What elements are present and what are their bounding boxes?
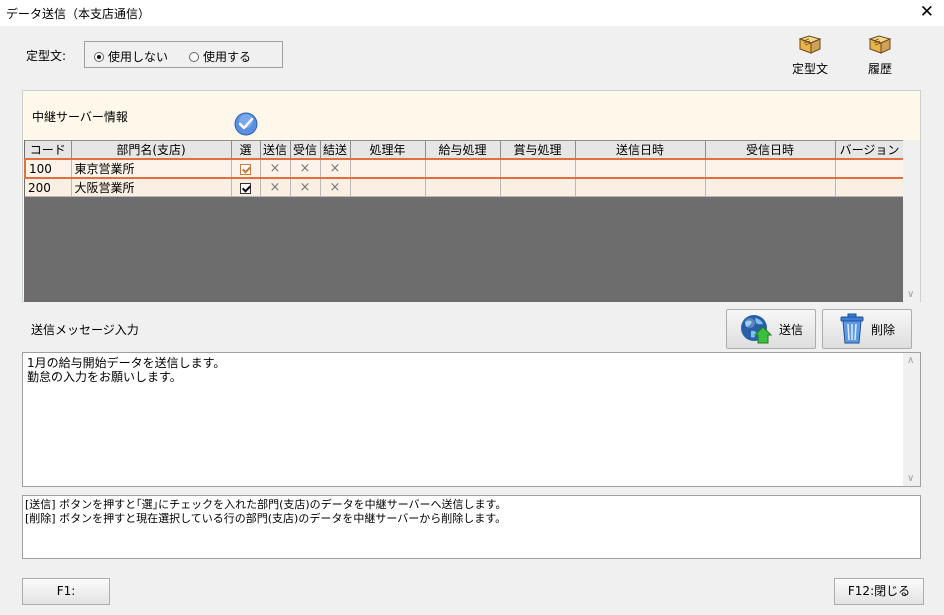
template-radio-group: 使用しない 使用する bbox=[84, 41, 283, 68]
info-text: [送信] ボタンを押すと｢選｣にチェックを入れた部門(支店)のデータを中継サーバ… bbox=[25, 498, 506, 526]
col-receive[interactable]: 受信 bbox=[290, 140, 321, 160]
send-button[interactable]: 送信 bbox=[726, 309, 816, 349]
f12-close-button[interactable]: F12:閉じる bbox=[834, 578, 924, 605]
cell-version bbox=[835, 178, 905, 197]
globe-send-icon bbox=[740, 315, 773, 344]
scroll-down-icon[interactable]: ∨ bbox=[907, 473, 914, 484]
cell-recv-datetime bbox=[705, 158, 836, 179]
trash-icon bbox=[840, 313, 864, 344]
col-dept-name[interactable]: 部門名(支店) bbox=[71, 140, 232, 160]
col-salary-process[interactable]: 給与処理 bbox=[425, 140, 501, 160]
relay-table: コード 部門名(支店) 選 送信 受信 結送 処理年 給与処理 賞与処理 送信日… bbox=[24, 140, 905, 197]
f1-button[interactable]: F1: bbox=[22, 578, 110, 605]
radio-no-template[interactable]: 使用しない bbox=[94, 48, 168, 65]
delete-button[interactable]: 削除 bbox=[822, 309, 912, 349]
col-select[interactable]: 選 bbox=[231, 140, 261, 160]
cell-receive: × bbox=[290, 158, 321, 179]
cell-salary-process bbox=[425, 158, 501, 179]
relay-grid: コード 部門名(支店) 選 送信 受信 結送 処理年 給与処理 賞与処理 送信日… bbox=[24, 140, 905, 302]
message-title: 送信メッセージ入力 bbox=[31, 323, 139, 337]
relay-server-panel: 中継サーバー情報 コード 部門名(支店) 選 送信 受信 結送 処理年 給与処理 bbox=[22, 90, 921, 302]
table-row[interactable]: 200 大阪営業所 × × × bbox=[25, 178, 905, 197]
cell-dept-name: 東京営業所 bbox=[71, 158, 232, 179]
col-code[interactable]: コード bbox=[25, 140, 72, 160]
close-icon[interactable]: ✕ bbox=[920, 3, 934, 21]
info-box: [送信] ボタンを押すと｢選｣にチェックを入れた部門(支店)のデータを中継サーバ… bbox=[22, 495, 921, 559]
scroll-down-icon[interactable]: ∨ bbox=[907, 289, 914, 300]
checkbox[interactable] bbox=[240, 163, 251, 175]
cell-select[interactable] bbox=[231, 158, 261, 179]
radio-dot-icon bbox=[94, 51, 104, 62]
col-send[interactable]: 送信 bbox=[260, 140, 291, 160]
message-textarea[interactable]: 1月の給与開始データを送信します。 勤怠の入力をお願いします。 ∧ ∨ bbox=[22, 352, 921, 487]
cell-sent-datetime bbox=[575, 158, 706, 179]
history-button-label: 履歴 bbox=[867, 62, 892, 76]
message-line: 1月の給与開始データを送信します。 bbox=[27, 356, 226, 370]
col-sent-datetime[interactable]: 送信日時 bbox=[575, 140, 706, 160]
cell-salary-process bbox=[425, 178, 501, 197]
col-kesso[interactable]: 結送 bbox=[320, 140, 351, 160]
book-icon bbox=[798, 35, 822, 54]
cell-send: × bbox=[260, 178, 291, 197]
info-line: [送信] ボタンを押すと｢選｣にチェックを入れた部門(支店)のデータを中継サーバ… bbox=[25, 498, 507, 511]
cell-send: × bbox=[260, 158, 291, 179]
table-header-row: コード 部門名(支店) 選 送信 受信 結送 処理年 給与処理 賞与処理 送信日… bbox=[25, 140, 905, 160]
cell-receive: × bbox=[290, 178, 321, 197]
table-row[interactable]: 100 東京営業所 × × × bbox=[24, 158, 905, 179]
col-recv-datetime[interactable]: 受信日時 bbox=[705, 140, 836, 160]
delete-button-label: 削除 bbox=[870, 322, 895, 337]
radio-dot-icon bbox=[189, 51, 199, 62]
history-button[interactable]: 履歴 bbox=[852, 34, 908, 80]
cell-version bbox=[835, 158, 905, 179]
title-bar: データ送信（本支店通信） ✕ bbox=[0, 0, 944, 26]
info-line: [削除] ボタンを押すと現在選択している行の部門(支店)のデータを中継サーバーか… bbox=[25, 512, 507, 525]
cell-process-year bbox=[350, 158, 426, 179]
checkbox[interactable] bbox=[240, 182, 251, 194]
col-version[interactable]: バージョン bbox=[835, 140, 905, 160]
relay-server-title: 中継サーバー情報 bbox=[32, 110, 128, 124]
radio-no-template-label: 使用しない bbox=[108, 50, 169, 64]
message-vertical-scrollbar[interactable]: ∧ ∨ bbox=[903, 353, 920, 486]
cell-kesso: × bbox=[320, 178, 351, 197]
cell-bonus-process bbox=[500, 178, 576, 197]
cell-kesso: × bbox=[320, 158, 351, 179]
col-process-year[interactable]: 処理年 bbox=[350, 140, 426, 160]
template-button-label: 定型文 bbox=[791, 62, 828, 76]
radio-use-template[interactable]: 使用する bbox=[189, 48, 251, 65]
template-label: 定型文: bbox=[26, 49, 67, 63]
check-all-icon[interactable] bbox=[234, 112, 258, 136]
cell-bonus-process bbox=[500, 158, 576, 179]
cell-code: 100 bbox=[24, 158, 72, 179]
cell-code: 200 bbox=[25, 178, 72, 197]
cell-sent-datetime bbox=[575, 178, 706, 197]
message-line: 勤怠の入力をお願いします。 bbox=[27, 370, 182, 384]
send-button-label: 送信 bbox=[778, 322, 803, 337]
relay-vertical-scrollbar[interactable]: ∨ bbox=[903, 140, 920, 302]
cell-recv-datetime bbox=[705, 178, 836, 197]
window-title: データ送信（本支店通信） bbox=[6, 7, 151, 21]
cell-process-year bbox=[350, 178, 426, 197]
cell-dept-name: 大阪営業所 bbox=[71, 178, 232, 197]
scroll-up-icon[interactable]: ∧ bbox=[907, 355, 914, 366]
book-icon bbox=[868, 35, 892, 54]
col-bonus-process[interactable]: 賞与処理 bbox=[500, 140, 576, 160]
message-text: 1月の給与開始データを送信します。 勤怠の入力をお願いします。 bbox=[27, 356, 225, 384]
template-button[interactable]: 定型文 bbox=[782, 34, 838, 80]
cell-select[interactable] bbox=[231, 178, 261, 197]
radio-use-template-label: 使用する bbox=[203, 50, 252, 64]
